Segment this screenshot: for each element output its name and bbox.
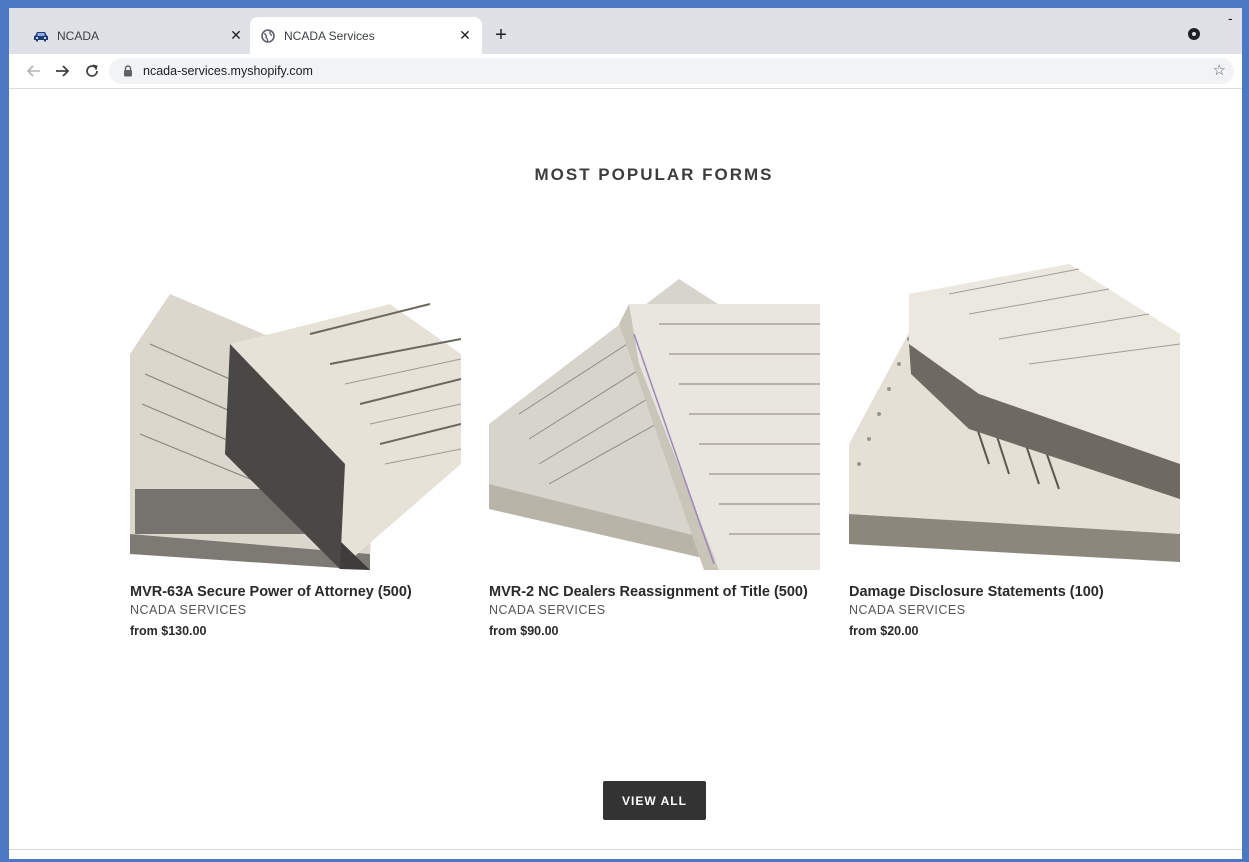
browser-toolbar: ncada-services.myshopify.com ☆ — [9, 54, 1242, 89]
url-text: ncada-services.myshopify.com — [143, 64, 313, 78]
tab-strip: NCADA ✕ NCADA Services ✕ + - — [9, 8, 1242, 54]
product-card[interactable]: MVR-2 NC Dealers Reassignment of Title (… — [489, 264, 829, 638]
product-price: from $90.00 — [489, 624, 559, 638]
product-image[interactable] — [489, 264, 820, 570]
tab-title: NCADA — [57, 28, 100, 43]
product-name[interactable]: Damage Disclosure Statements (100) — [849, 582, 1184, 602]
product-image[interactable] — [849, 264, 1180, 570]
product-name[interactable]: MVR-2 NC Dealers Reassignment of Title (… — [489, 582, 824, 602]
profile-icon[interactable] — [1188, 28, 1200, 40]
globe-icon — [260, 28, 276, 44]
car-icon — [33, 28, 49, 44]
arrow-left-icon — [27, 65, 40, 77]
product-card[interactable]: Damage Disclosure Statements (100) NCADA… — [849, 264, 1189, 638]
view-all-button[interactable]: VIEW ALL — [603, 781, 706, 820]
product-card[interactable]: MVR-63A Secure Power of Attorney (500) N… — [130, 264, 470, 638]
tab-title: NCADA Services — [284, 28, 375, 43]
close-icon[interactable]: ✕ — [227, 27, 245, 45]
reload-button[interactable] — [81, 60, 103, 82]
forward-button[interactable] — [51, 60, 73, 82]
reload-icon — [86, 64, 98, 77]
product-price: from $130.00 — [130, 624, 207, 638]
back-button[interactable] — [23, 60, 45, 82]
product-vendor: NCADA SERVICES — [130, 603, 247, 617]
product-vendor: NCADA SERVICES — [489, 603, 606, 617]
browser-window: NCADA ✕ NCADA Services ✕ + - ncada-servi… — [9, 8, 1242, 859]
star-icon[interactable]: ☆ — [1213, 61, 1226, 79]
store-page: MOST POPULAR FORMS MVR-63A Secure Power … — [9, 89, 1242, 859]
lock-icon — [124, 65, 132, 77]
product-vendor: NCADA SERVICES — [849, 603, 966, 617]
address-bar[interactable]: ncada-services.myshopify.com ☆ — [109, 58, 1234, 84]
arrow-right-icon — [56, 65, 69, 77]
product-image[interactable] — [130, 264, 461, 570]
product-name[interactable]: MVR-63A Secure Power of Attorney (500) — [130, 582, 465, 602]
divider — [9, 849, 1242, 850]
new-tab-button[interactable]: + — [490, 24, 512, 46]
section-title: MOST POPULAR FORMS — [534, 165, 774, 184]
tab-ncada-services[interactable]: NCADA Services ✕ — [250, 17, 482, 54]
minimize-button[interactable]: - — [1228, 10, 1238, 26]
product-price: from $20.00 — [849, 624, 919, 638]
close-icon[interactable]: ✕ — [456, 27, 474, 45]
tab-ncada[interactable]: NCADA ✕ — [23, 17, 253, 54]
